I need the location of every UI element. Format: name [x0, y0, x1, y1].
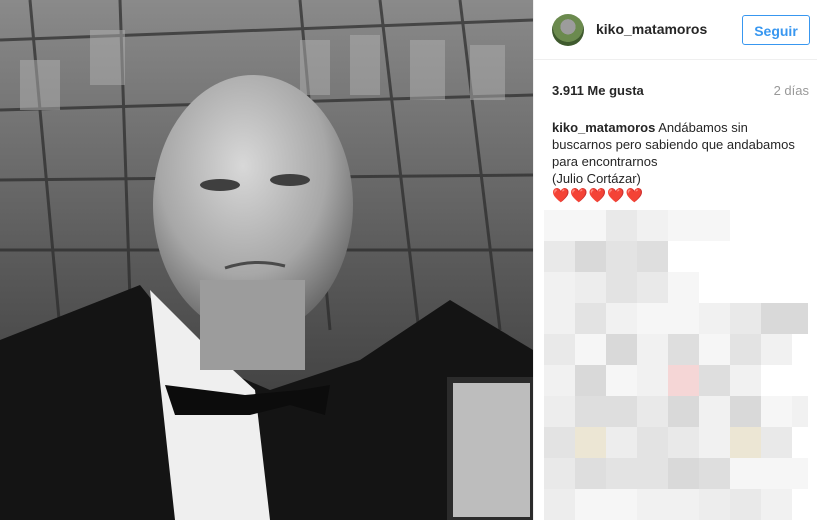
pixel-block [637, 427, 668, 458]
pixel-block [606, 210, 637, 241]
pixel-block [761, 458, 792, 489]
pixel-block [575, 241, 606, 272]
pixel-block [637, 272, 668, 303]
pixel-block [699, 365, 730, 396]
pixel-block [699, 458, 730, 489]
likes-count[interactable]: 3.911 Me gusta [552, 83, 644, 98]
pixel-block [730, 334, 761, 365]
pixel-block [575, 489, 606, 520]
pixel-block [544, 303, 575, 334]
pixel-block [730, 365, 761, 396]
pixel-block [575, 272, 606, 303]
pixel-block [730, 458, 761, 489]
pixel-block [668, 365, 699, 396]
pixel-block [575, 458, 606, 489]
pixel-block [792, 303, 808, 334]
pixel-block [668, 210, 699, 241]
pixel-block [730, 427, 761, 458]
pixel-block [637, 210, 668, 241]
pixel-block [606, 365, 637, 396]
pixel-block [575, 210, 606, 241]
pixel-block [544, 272, 575, 303]
pixel-block [699, 396, 730, 427]
post-caption: kiko_matamoros Andábamos sin buscarnos p… [552, 119, 802, 204]
pixel-block [606, 427, 637, 458]
pixel-block [699, 334, 730, 365]
pixel-block [699, 210, 730, 241]
pixel-block [575, 334, 606, 365]
pixel-block [544, 365, 575, 396]
pixel-block [792, 396, 808, 427]
post-username[interactable]: kiko_matamoros [596, 21, 707, 37]
pixel-block [606, 458, 637, 489]
pixel-block [668, 489, 699, 520]
pixelated-comments [544, 210, 808, 520]
pixel-block [668, 272, 699, 303]
pixel-block [668, 458, 699, 489]
pixel-block [668, 396, 699, 427]
pixel-block [730, 303, 761, 334]
pixel-block [606, 303, 637, 334]
pixel-block [699, 427, 730, 458]
pixel-block [606, 489, 637, 520]
pixel-block [606, 272, 637, 303]
pixel-block [761, 427, 792, 458]
pixel-block [544, 489, 575, 520]
pixel-block [637, 241, 668, 272]
avatar[interactable] [552, 14, 584, 46]
pixel-block [544, 210, 575, 241]
pixel-block [544, 427, 575, 458]
pixel-block [761, 489, 792, 520]
pixel-block [730, 396, 761, 427]
pixel-block [699, 303, 730, 334]
pixel-block [606, 334, 637, 365]
caption-attribution: (Julio Cortázar) [552, 171, 641, 186]
pixel-block [575, 396, 606, 427]
pixel-block [544, 458, 575, 489]
pixel-block [544, 334, 575, 365]
post-header: kiko_matamoros Seguir [534, 0, 817, 60]
pixel-block [575, 427, 606, 458]
pixel-block [575, 303, 606, 334]
pixel-block [606, 396, 637, 427]
pixel-block [637, 489, 668, 520]
pixel-block [730, 489, 761, 520]
post-photo[interactable] [0, 0, 533, 520]
pixel-block [761, 396, 792, 427]
pixel-block [575, 365, 606, 396]
pixel-block [668, 427, 699, 458]
pixel-block [668, 334, 699, 365]
post-sidebar: kiko_matamoros Seguir 3.911 Me gusta 2 d… [533, 0, 817, 520]
pixel-block [761, 334, 792, 365]
follow-button[interactable]: Seguir [742, 15, 810, 45]
pixel-block [668, 303, 699, 334]
caption-hearts: ❤️❤️❤️❤️❤️ [552, 187, 645, 203]
pixel-block [637, 334, 668, 365]
pixel-block [637, 303, 668, 334]
pixel-block [761, 303, 792, 334]
pixel-block [606, 241, 637, 272]
post-time: 2 días [773, 83, 809, 98]
pixel-block [544, 396, 575, 427]
pixel-block [792, 458, 808, 489]
pixel-block [637, 396, 668, 427]
pixel-block [544, 241, 575, 272]
pixel-block [637, 458, 668, 489]
pixel-block [699, 489, 730, 520]
pixel-block [637, 365, 668, 396]
caption-username[interactable]: kiko_matamoros [552, 120, 655, 135]
